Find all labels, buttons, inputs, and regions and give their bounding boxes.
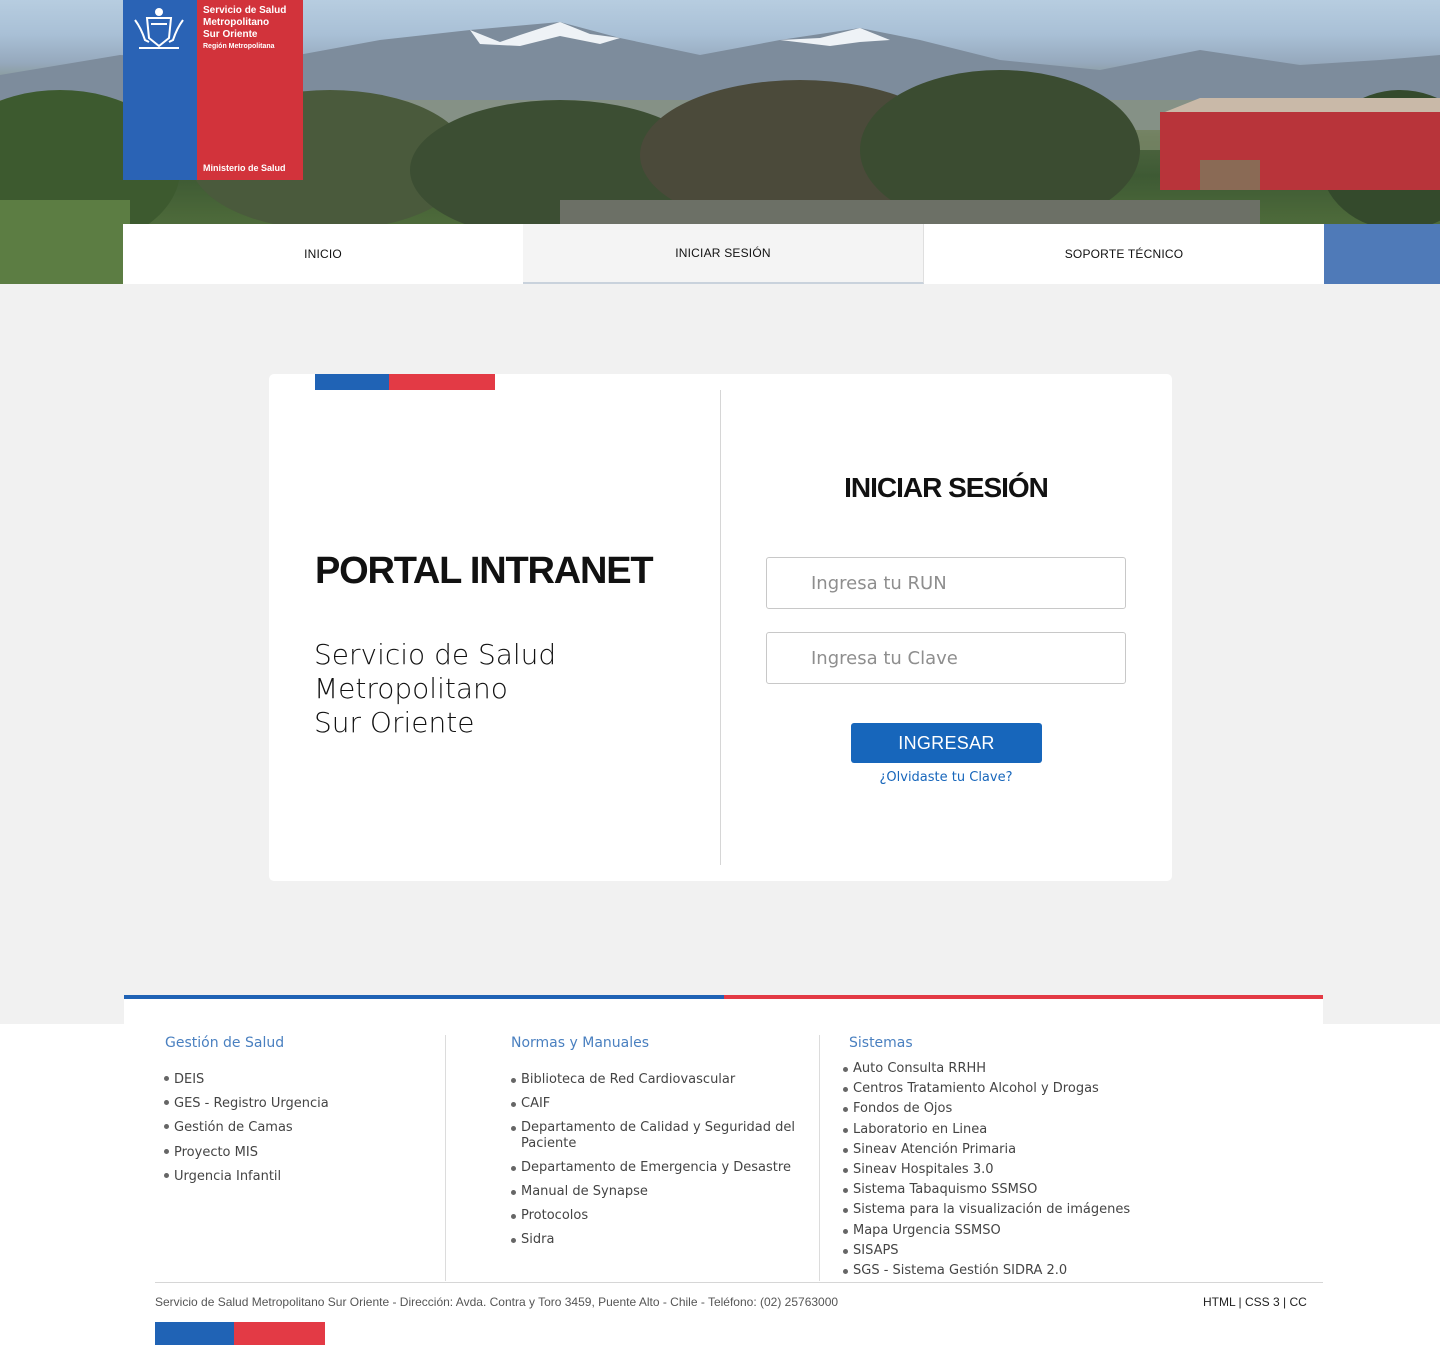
portal-subtitle-line-3: Sur Oriente — [314, 706, 475, 739]
footer-link[interactable]: Sineav Hospitales 3.0 — [843, 1160, 1130, 1180]
footer-column-divider — [819, 1035, 820, 1281]
nav-inicio[interactable]: INICIO — [123, 224, 523, 284]
footer-link[interactable]: CAIF — [511, 1096, 801, 1112]
footer-link[interactable]: Gestión de Camas — [164, 1116, 329, 1140]
footer-link[interactable]: Proyecto MIS — [164, 1141, 329, 1165]
footer-link[interactable]: Laboratorio en Linea — [843, 1120, 1130, 1140]
flag-stripe — [315, 374, 495, 390]
footer-address: Servicio de Salud Metropolitano Sur Orie… — [155, 1295, 839, 1309]
footer-link[interactable]: Sistema para la visualización de imágene… — [843, 1200, 1130, 1220]
coat-of-arms-icon — [134, 8, 184, 49]
footer-heading-normas: Normas y Manuales — [511, 1035, 650, 1051]
footer-heading-gestion: Gestión de Salud — [165, 1035, 285, 1051]
gobierno-logo[interactable]: Servicio de Salud Metropolitano Sur Orie… — [123, 0, 303, 180]
logo-blue-panel — [123, 0, 197, 180]
footer-gap-left — [0, 999, 124, 1024]
footer-list-sistemas: Auto Consulta RRHH Centros Tratamiento A… — [843, 1059, 1130, 1281]
footer-link[interactable]: Protocolos — [511, 1208, 801, 1224]
header-banner: Servicio de Salud Metropolitano Sur Orie… — [0, 0, 1440, 284]
forgot-password-link[interactable]: ¿Olvidaste tu Clave? — [720, 770, 1172, 785]
portal-subtitle-line-1: Servicio de Salud — [314, 638, 557, 671]
footer-flag-bar — [124, 995, 1323, 999]
footer-tech-links[interactable]: HTML | CSS 3 | CC — [1203, 1295, 1307, 1309]
footer-column-divider — [445, 1035, 446, 1281]
footer-link[interactable]: Sistema Tabaquismo SSMSO — [843, 1180, 1130, 1200]
footer-gap-right — [1323, 999, 1440, 1024]
footer-bottom-stripe-blue — [155, 1322, 234, 1345]
footer-link[interactable]: Biblioteca de Red Cardiovascular — [511, 1072, 801, 1088]
footer-divider — [155, 1282, 1323, 1283]
footer-link[interactable]: Departamento de Calidad y Seguridad del … — [511, 1120, 801, 1152]
card-divider — [720, 390, 721, 865]
login-title: INICIAR SESIÓN — [844, 472, 1049, 503]
footer-link[interactable]: Centros Tratamiento Alcohol y Drogas — [843, 1079, 1130, 1099]
portal-subtitle: Servicio de Salud Metropolitano Sur Orie… — [314, 638, 556, 740]
portal-subtitle-line-2: Metropolitano — [314, 672, 508, 705]
footer-link[interactable]: Fondos de Ojos — [843, 1099, 1130, 1119]
footer-link[interactable]: GES - Registro Urgencia — [164, 1092, 329, 1116]
login-card: PORTAL INTRANET Servicio de Salud Metrop… — [269, 374, 1172, 881]
logo-org-line-1: Servicio de Salud — [203, 5, 287, 16]
portal-title: PORTAL INTRANET — [315, 550, 654, 592]
footer-link[interactable]: Sidra — [511, 1232, 801, 1248]
run-input[interactable] — [766, 557, 1126, 609]
logo-org-line-2: Metropolitano — [203, 17, 270, 28]
footer-list-normas: Biblioteca de Red Cardiovascular CAIF De… — [511, 1072, 801, 1256]
logo-region: Región Metropolitana — [203, 43, 275, 50]
footer-bottom-stripe — [155, 1322, 325, 1345]
flag-stripe-red — [389, 374, 495, 390]
footer-link[interactable]: Manual de Synapse — [511, 1184, 801, 1200]
main-nav: INICIO INICIAR SESIÓN SOPORTE TÉCNICO — [123, 224, 1324, 284]
footer-link[interactable]: SISAPS — [843, 1241, 1130, 1261]
footer-link[interactable]: Sineav Atención Primaria — [843, 1140, 1130, 1160]
footer-link[interactable]: Mapa Urgencia SSMSO — [843, 1221, 1130, 1241]
logo-org-line-3: Sur Oriente — [203, 29, 258, 40]
footer-link[interactable]: SGS - Sistema Gestión SIDRA 2.0 — [843, 1261, 1130, 1281]
logo-red-panel: Servicio de Salud Metropolitano Sur Orie… — [197, 0, 303, 180]
footer-list-gestion: DEIS GES - Registro Urgencia Gestión de … — [164, 1068, 329, 1189]
nav-soporte-tecnico[interactable]: SOPORTE TÉCNICO — [924, 224, 1324, 284]
footer-link[interactable]: DEIS — [164, 1068, 329, 1092]
password-input[interactable] — [766, 632, 1126, 684]
footer-heading-sistemas: Sistemas — [849, 1035, 913, 1051]
nav-iniciar-sesion[interactable]: INICIAR SESIÓN — [523, 224, 924, 284]
logo-ministry: Ministerio de Salud — [203, 163, 286, 173]
footer-flag-red — [724, 995, 1323, 999]
footer-bottom-stripe-red — [234, 1322, 325, 1345]
ingresar-button[interactable]: INGRESAR — [851, 723, 1042, 763]
footer-flag-blue — [124, 995, 724, 999]
footer-link[interactable]: Urgencia Infantil — [164, 1165, 329, 1189]
logo-org-name: Servicio de Salud Metropolitano Sur Orie… — [203, 5, 303, 41]
footer-link[interactable]: Departamento de Emergencia y Desastre — [511, 1160, 801, 1176]
footer-link[interactable]: Auto Consulta RRHH — [843, 1059, 1130, 1079]
flag-stripe-blue — [315, 374, 389, 390]
